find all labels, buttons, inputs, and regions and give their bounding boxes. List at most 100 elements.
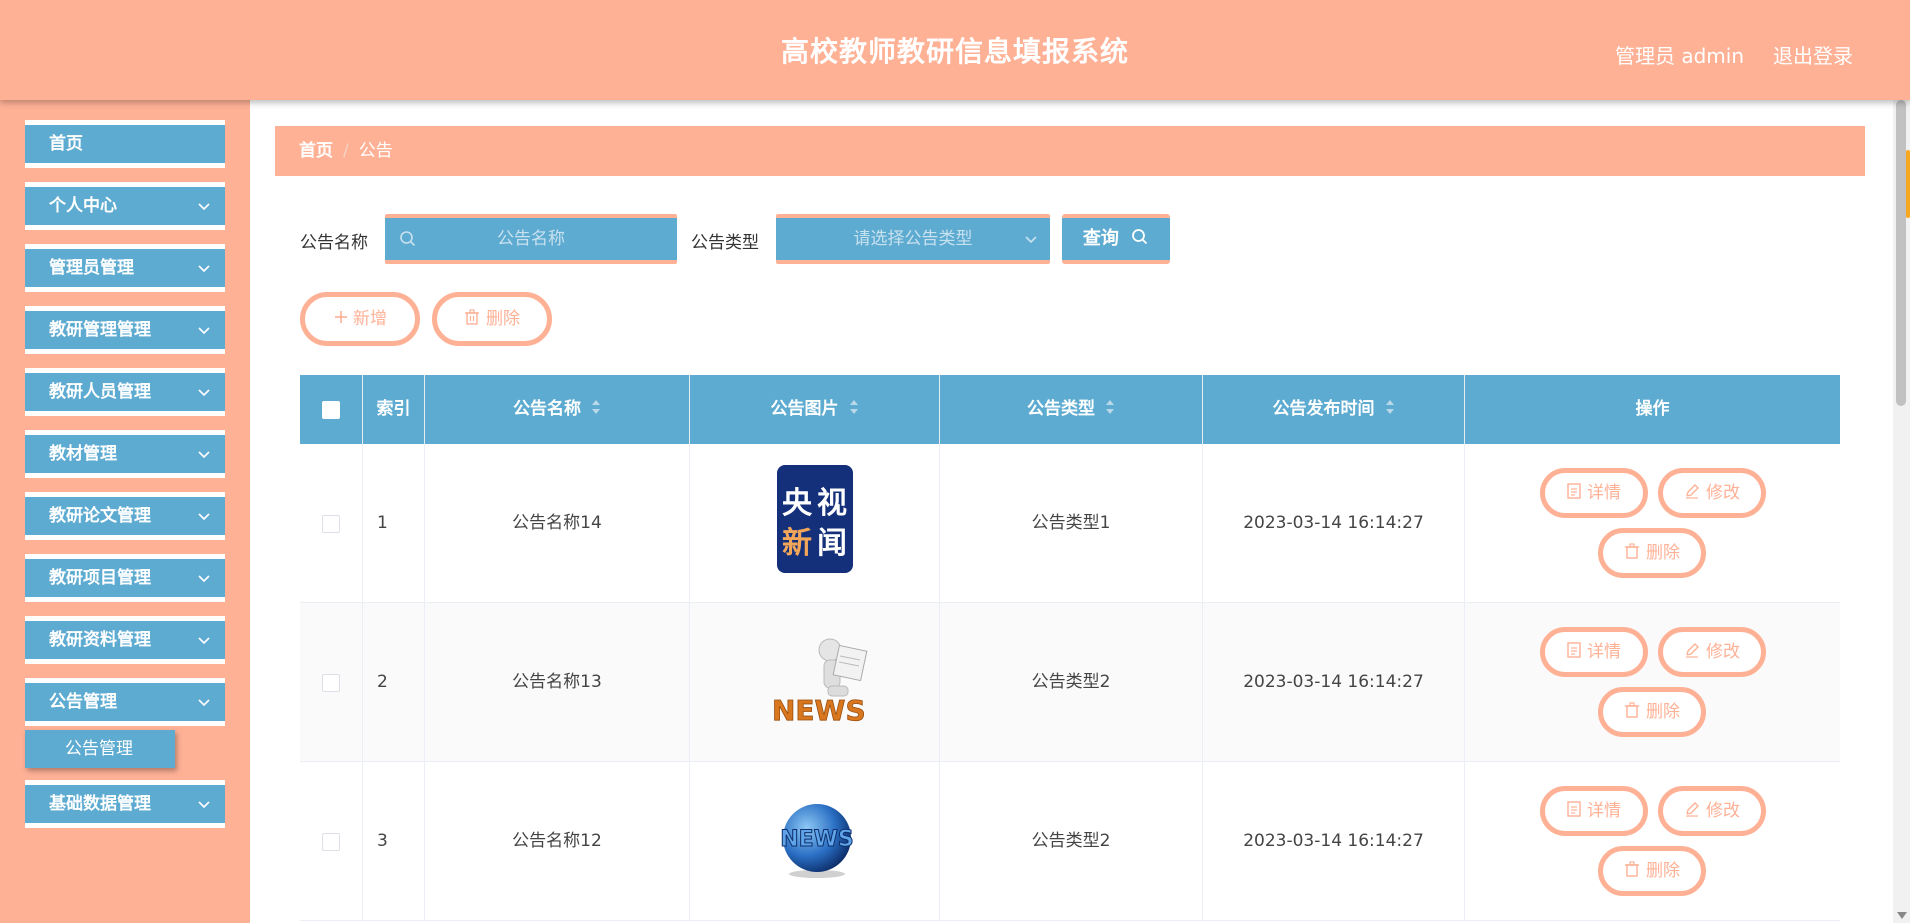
- sort-icon[interactable]: [849, 399, 859, 415]
- column-header-type[interactable]: 公告类型: [940, 375, 1203, 444]
- search-icon: [400, 231, 416, 247]
- time-cell: 2023-03-14 16:14:27: [1203, 762, 1465, 921]
- sidebar-item-admin[interactable]: 管理员管理: [25, 244, 225, 292]
- sidebar: 首页 个人中心 管理员管理 教研管理管理 教研人员管理 教材管理 教研论文管理 …: [0, 100, 250, 923]
- row-checkbox[interactable]: [322, 674, 340, 692]
- delete-button[interactable]: 删除: [1598, 687, 1706, 737]
- index-cell: 3: [363, 762, 425, 921]
- delete-button[interactable]: 删除: [1598, 528, 1706, 578]
- chevron-down-icon: [198, 637, 210, 645]
- name-cell: 公告名称13: [425, 603, 690, 762]
- sidebar-item-textbook[interactable]: 教材管理: [25, 430, 225, 478]
- notice-type-select[interactable]: 请选择公告类型: [776, 214, 1050, 264]
- batch-delete-button[interactable]: 删除: [432, 292, 552, 346]
- index-cell: 1: [363, 444, 425, 603]
- sidebar-item-research-staff[interactable]: 教研人员管理: [25, 368, 225, 416]
- scrollbar-thumb[interactable]: [1896, 100, 1906, 406]
- delete-label: 删除: [1646, 543, 1680, 563]
- sidebar-item-home[interactable]: 首页: [25, 120, 225, 168]
- row-checkbox[interactable]: [322, 833, 340, 851]
- add-button[interactable]: 新增: [300, 292, 420, 346]
- edit-button[interactable]: 修改: [1658, 468, 1766, 518]
- sort-icon[interactable]: [1385, 399, 1395, 415]
- chevron-down-icon: [198, 265, 210, 273]
- delete-label: 删除: [1646, 861, 1680, 881]
- detail-button[interactable]: 详情: [1540, 468, 1648, 518]
- thumb-char: 央: [782, 486, 813, 521]
- table-row: 2 公告名称13 NEWS 公告类型2 2023-03-14 16:14:27 …: [300, 603, 1840, 762]
- column-header-label: 公告图片: [770, 399, 839, 419]
- thumb-char: 视: [817, 486, 847, 521]
- edit-label: 修改: [1706, 642, 1740, 662]
- thumb-char: 新: [782, 526, 812, 561]
- trash-icon: [1625, 861, 1639, 877]
- detail-label: 详情: [1587, 801, 1621, 821]
- column-header-label: 公告类型: [1027, 399, 1095, 419]
- sidebar-item-research-manage[interactable]: 教研管理管理: [25, 306, 225, 354]
- sidebar-item-personal-center[interactable]: 个人中心: [25, 182, 225, 230]
- image-cell: NEWS: [690, 762, 940, 921]
- sidebar-item-label: 管理员管理: [49, 258, 134, 278]
- row-checkbox[interactable]: [322, 515, 340, 533]
- news-globe-thumbnail: NEWS: [780, 804, 854, 878]
- breadcrumb-home[interactable]: 首页: [299, 141, 333, 161]
- type-cell: 公告类型1: [940, 444, 1203, 603]
- submenu-item-notice[interactable]: 公告管理: [25, 730, 175, 768]
- vertical-scrollbar[interactable]: [1893, 100, 1910, 923]
- thumb-news-text: NEWS: [780, 827, 854, 852]
- query-button[interactable]: 查询: [1062, 214, 1170, 264]
- document-icon: [1567, 801, 1581, 817]
- chevron-down-icon: [198, 699, 210, 707]
- scroll-down-arrow-icon[interactable]: [1897, 912, 1907, 919]
- edit-button[interactable]: 修改: [1658, 627, 1766, 677]
- column-header-time[interactable]: 公告发布时间: [1203, 375, 1465, 444]
- delete-button[interactable]: 删除: [1598, 846, 1706, 896]
- checkbox-cell: [300, 603, 363, 762]
- detail-button[interactable]: 详情: [1540, 786, 1648, 836]
- notice-name-input[interactable]: 公告名称: [385, 214, 677, 264]
- checkbox-cell: [300, 444, 363, 603]
- sidebar-item-label: 教研项目管理: [49, 568, 151, 588]
- column-header-index: 索引: [363, 375, 425, 444]
- detail-button[interactable]: 详情: [1540, 627, 1648, 677]
- chevron-down-icon: [198, 203, 210, 211]
- breadcrumb: 首页 / 公告: [275, 126, 1865, 176]
- table-row: 3 公告名称12 NEWS 公告类型2 2023-03-14 16:14:27 …: [300, 762, 1840, 921]
- edit-button[interactable]: 修改: [1658, 786, 1766, 836]
- name-cell: 公告名称12: [425, 762, 690, 921]
- sidebar-item-label: 首页: [49, 134, 83, 154]
- sort-icon[interactable]: [1105, 399, 1115, 415]
- sort-icon[interactable]: [591, 399, 601, 415]
- logout-link[interactable]: 退出登录: [1773, 40, 1853, 69]
- sidebar-item-notice[interactable]: 公告管理: [25, 678, 225, 726]
- document-icon: [1567, 483, 1581, 499]
- image-cell: NEWS: [690, 603, 940, 762]
- image-cell: 央 视 新 闻: [690, 444, 940, 603]
- chevron-down-icon: [198, 575, 210, 583]
- actions-cell: 详情 修改 删除: [1465, 603, 1840, 762]
- sidebar-item-project[interactable]: 教研项目管理: [25, 554, 225, 602]
- chevron-down-icon: [198, 513, 210, 521]
- breadcrumb-separator: /: [343, 141, 349, 161]
- actions-cell: 详情 修改 删除: [1465, 444, 1840, 603]
- add-label: 新增: [353, 309, 387, 329]
- sidebar-item-material[interactable]: 教研资料管理: [25, 616, 225, 664]
- edit-icon: [1686, 484, 1699, 499]
- column-header-label: 公告发布时间: [1272, 399, 1375, 419]
- sidebar-item-paper[interactable]: 教研论文管理: [25, 492, 225, 540]
- sidebar-item-label: 教研资料管理: [49, 630, 151, 650]
- sidebar-item-base-data[interactable]: 基础数据管理: [25, 780, 225, 828]
- time-cell: 2023-03-14 16:14:27: [1203, 444, 1465, 603]
- type-cell: 公告类型2: [940, 762, 1203, 921]
- index-cell: 2: [363, 603, 425, 762]
- thumb-char: 闻: [817, 526, 847, 561]
- search-icon: [1132, 229, 1148, 245]
- name-cell: 公告名称14: [425, 444, 690, 603]
- column-header-image[interactable]: 公告图片: [690, 375, 940, 444]
- news-figure-thumbnail: NEWS: [772, 638, 868, 727]
- select-all-checkbox[interactable]: [322, 401, 340, 419]
- column-header-name[interactable]: 公告名称: [425, 375, 690, 444]
- edit-icon: [1686, 802, 1699, 817]
- chevron-down-icon: [198, 389, 210, 397]
- edit-label: 修改: [1706, 483, 1740, 503]
